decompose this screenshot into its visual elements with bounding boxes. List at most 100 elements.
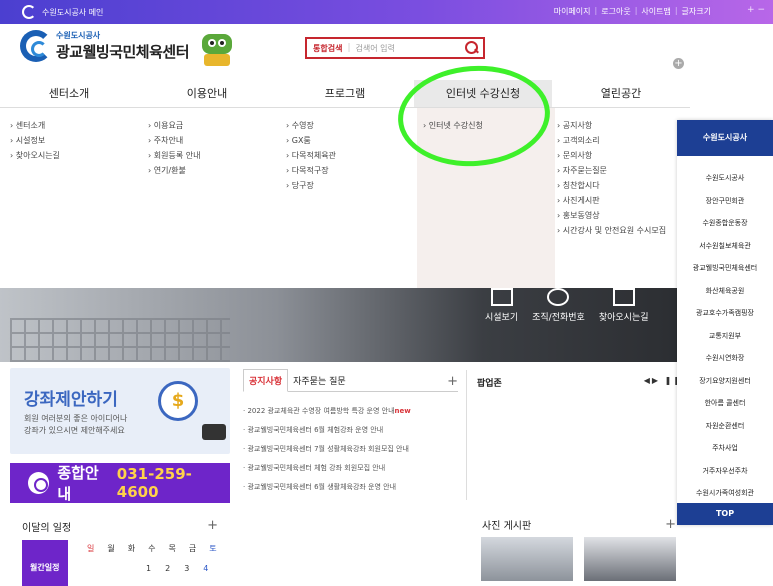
top-utility-bar: 수원도시공사 메인 마이페이지 | 로그아웃 | 사이트맵 | 글자크기 + − — [0, 0, 773, 24]
home-link[interactable]: 수원도시공사 메인 — [22, 5, 103, 19]
quick-link[interactable]: 수원종합운동장 — [677, 212, 773, 235]
weekday-header: 일 월 화 수 목 금 토 — [87, 544, 217, 553]
submenu-item[interactable]: › 센터소개 — [10, 118, 148, 133]
chat-icon — [28, 472, 50, 494]
quick-link[interactable]: 거주자우선주차 — [677, 460, 773, 483]
photo-thumbnail[interactable] — [584, 537, 676, 581]
photo-thumbnail[interactable] — [481, 537, 573, 581]
facility-view-link[interactable]: 시설보기 — [485, 288, 518, 323]
photo-title: 사진 게시판 — [482, 521, 532, 532]
quick-menu-sidebar: 수원도시공사 수원도시공사 장안구민회관 수원종합운동장 서수원칠보체육관 광교… — [677, 120, 773, 525]
submenu-item[interactable]: › 칭찬합시다 — [557, 178, 695, 193]
submenu-usage-guide: › 이용요금 › 주차안내 › 회원등록 안내 › 연기/환불 — [148, 118, 286, 178]
logout-link[interactable]: 로그아웃 — [601, 6, 630, 17]
quick-link[interactable]: 광교호수가족캠핑장 — [677, 302, 773, 325]
quick-link[interactable]: 서수원칠보체육관 — [677, 235, 773, 258]
submenu-item[interactable]: › 이용요금 — [148, 118, 286, 133]
guide-phone: 031-259-4600 — [116, 465, 192, 501]
utility-links: 마이페이지 | 로그아웃 | 사이트맵 | 글자크기 — [553, 6, 711, 17]
nav-center-intro[interactable]: 센터소개 — [0, 80, 138, 107]
course-proposal-banner[interactable]: 강좌제안하기 회원 여러분의 좋은 아이디어나 강좌가 있으시면 제안해주세요 $ — [10, 368, 230, 454]
submenu-item[interactable]: › 연기/환불 — [148, 163, 286, 178]
back-to-top-button[interactable]: TOP — [677, 503, 773, 525]
proposal-desc: 회원 여러분의 좋은 아이디어나 강좌가 있으시면 제안해주세요 — [24, 414, 128, 435]
city-logo-icon — [22, 5, 36, 19]
sitemap-link[interactable]: 사이트맵 — [641, 6, 670, 17]
submenu-item[interactable]: › 시간강사 및 안전요원 수시모집 — [557, 223, 695, 238]
notice-more-button[interactable]: + — [447, 374, 458, 391]
tab-notices[interactable]: 공지사항 — [243, 369, 289, 392]
quick-link[interactable]: 수원도시공사 — [677, 167, 773, 190]
search-input[interactable]: 검색어 입력 — [356, 43, 462, 54]
org-phone-link[interactable]: 조직/전화번호 — [532, 288, 585, 323]
quick-link[interactable]: 수원시연화장 — [677, 347, 773, 370]
brand-title: 광교웰빙국민체육센터 — [56, 43, 190, 61]
submenu-item[interactable]: › 사진게시판 — [557, 193, 695, 208]
quick-link[interactable]: 수원시가족여성회관 — [677, 482, 773, 505]
submenu-item[interactable]: › 당구장 — [286, 178, 424, 193]
building-image — [10, 318, 230, 362]
submenu-item[interactable]: › 주차안내 — [148, 133, 286, 148]
mega-menu: › 센터소개 › 시설정보 › 찾아오시는길 › 이용요금 › 주차안내 › 회… — [0, 108, 690, 288]
submenu-item[interactable]: › 다목적체육관 — [286, 148, 424, 163]
general-info-banner[interactable]: 종합안내 031-259-4600 — [10, 463, 230, 503]
main-navigation: 센터소개 이용안내 프로그램 인터넷 수강신청 열린공간 — [0, 80, 690, 108]
site-logo[interactable]: 수원도시공사 광교웰빙국민체육센터 — [20, 30, 190, 62]
hero-quick-links: 시설보기 조직/전화번호 찾아오시는길 — [485, 288, 649, 323]
submenu-item[interactable]: › 공지사항 — [557, 118, 695, 133]
list-item[interactable]: · 2022 광교체육관 수영장 여름방학 특강 운영 안내new — [243, 402, 458, 421]
quick-link[interactable]: 한아름 콜센터 — [677, 392, 773, 415]
unified-search: 통합검색 | 검색어 입력 — [305, 37, 485, 59]
directions-link[interactable]: 찾아오시는길 — [599, 288, 649, 323]
photo-board: 사진 게시판 + — [466, 507, 688, 581]
proposal-title: 강좌제안하기 — [24, 390, 118, 410]
site-header: 수원도시공사 광교웰빙국민체육센터 통합검색 | 검색어 입력 — [0, 24, 773, 74]
photo-more-button[interactable]: + — [665, 517, 676, 532]
tab-faq[interactable]: 자주묻는 질문 — [288, 374, 351, 391]
quick-menu-title: 수원도시공사 — [677, 120, 773, 156]
new-badge: new — [394, 407, 411, 415]
quick-link[interactable]: 장안구민회관 — [677, 190, 773, 213]
search-label: 통합검색 — [313, 43, 343, 53]
quick-link[interactable]: 장기요양지원센터 — [677, 370, 773, 393]
font-size-controls[interactable]: + − — [747, 5, 765, 15]
nav-usage-guide[interactable]: 이용안내 — [138, 80, 276, 107]
hand-icon — [202, 424, 226, 440]
popup-zone: 팝업존 ◀▶ ❚❚ — [466, 370, 688, 500]
submenu-item[interactable]: › 홍보동영상 — [557, 208, 695, 223]
add-circle-icon[interactable]: + — [673, 58, 684, 69]
submenu-item[interactable]: › 자주묻는질문 — [557, 163, 695, 178]
brand-logo-icon — [20, 30, 52, 62]
submenu-item[interactable]: › 문의사항 — [557, 148, 695, 163]
submenu-center-intro: › 센터소개 › 시설정보 › 찾아오시는길 — [10, 118, 148, 163]
schedule-title: 이달의 일정 — [22, 523, 72, 534]
list-item[interactable]: · 광교웰빙국민체육센터 체험 강좌 회원모집 안내 — [243, 459, 458, 478]
submenu-open-space: › 공지사항 › 고객의소리 › 문의사항 › 자주묻는질문 › 칭찬합시다 ›… — [557, 118, 695, 238]
signpost-icon — [612, 288, 635, 306]
list-item[interactable]: · 광교웰빙국민체육센터 6월 체험강좌 운영 안내 — [243, 421, 458, 440]
schedule-more-button[interactable]: + — [207, 518, 218, 533]
popup-title: 팝업존 — [477, 379, 502, 389]
list-item[interactable]: · 광교웰빙국민체육센터 6월 생활체육강좌 운영 안내 — [243, 478, 458, 497]
quick-link[interactable]: 광교웰빙국민체육센터 — [677, 257, 773, 280]
schedule-label: 월간일정 — [22, 540, 68, 586]
quick-link[interactable]: 자원순환센터 — [677, 415, 773, 438]
mascot-icon — [202, 34, 232, 66]
submenu-item[interactable]: › 회원등록 안내 — [148, 148, 286, 163]
mypage-link[interactable]: 마이페이지 — [554, 6, 591, 17]
calendar-dates: 1 2 3 4 — [146, 564, 209, 573]
list-item[interactable]: · 광교웰빙국민체육센터 7월 성활체육강좌 회원모집 안내 — [243, 440, 458, 459]
guide-label: 종합안내 — [57, 464, 99, 503]
lightbulb-icon: $ — [158, 381, 198, 421]
quick-link[interactable]: 화산체육공원 — [677, 280, 773, 303]
nav-open-space[interactable]: 열린공간 — [552, 80, 690, 107]
quick-link[interactable]: 교통지원부 — [677, 325, 773, 348]
nav-programs[interactable]: 프로그램 — [276, 80, 414, 107]
submenu-item[interactable]: › 고객의소리 — [557, 133, 695, 148]
quick-link[interactable]: 주차사업 — [677, 437, 773, 460]
submenu-item[interactable]: › 찾아오시는길 — [10, 148, 148, 163]
search-icon[interactable] — [461, 39, 483, 57]
submenu-item[interactable]: › 다목적구장 — [286, 163, 424, 178]
notice-board: 공지사항 자주묻는 질문 + · 2022 광교체육관 수영장 여름방학 특강 … — [243, 369, 458, 491]
submenu-item[interactable]: › 시설정보 — [10, 133, 148, 148]
